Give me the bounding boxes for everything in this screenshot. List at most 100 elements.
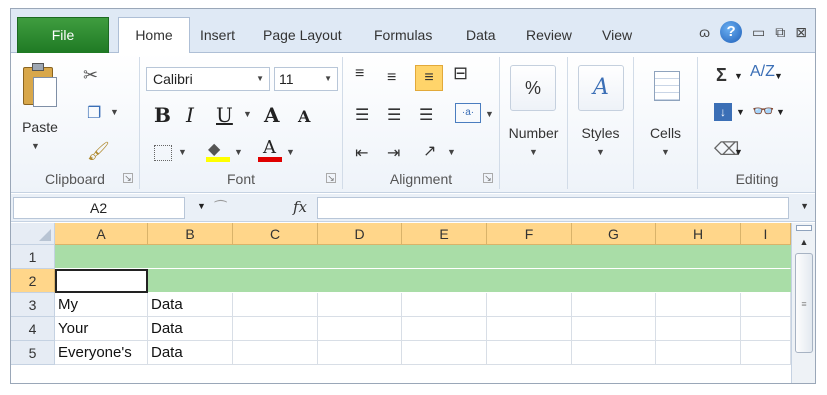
cut-icon[interactable]: ✂ (83, 65, 98, 86)
fill-dropdown-icon[interactable]: ▼ (736, 107, 745, 117)
cell-d4[interactable] (318, 317, 402, 341)
paste-dropdown-icon[interactable]: ▼ (31, 141, 40, 151)
cell-i5[interactable] (741, 341, 791, 365)
tab-data[interactable]: Data (466, 19, 496, 53)
align-bottom-icon[interactable]: ≡ (415, 65, 443, 91)
paste-button[interactable]: Paste (15, 119, 65, 135)
insert-function-icon[interactable]: fx (293, 198, 307, 216)
wrap-text-icon[interactable]: ⊟ (453, 63, 468, 84)
tab-file[interactable]: File (17, 17, 109, 53)
scroll-thumb[interactable]: ≡ (795, 253, 813, 353)
cell-a3[interactable]: My (55, 293, 148, 317)
cell-g4[interactable] (572, 317, 656, 341)
cell-d5[interactable] (318, 341, 402, 365)
copy-dropdown-icon[interactable]: ▼ (110, 107, 119, 117)
italic-button[interactable]: I (186, 103, 194, 127)
number-button[interactable]: Number (500, 125, 567, 141)
bold-button[interactable]: B (154, 103, 171, 127)
scroll-up-icon[interactable]: ▲ (794, 233, 814, 251)
cell-e4[interactable] (402, 317, 487, 341)
cell-e3[interactable] (402, 293, 487, 317)
percent-icon[interactable]: % (510, 65, 556, 111)
highlighted-row-1[interactable] (55, 245, 791, 269)
copy-icon[interactable]: ❐ (87, 103, 101, 123)
cell-g5[interactable] (572, 341, 656, 365)
grow-font-button[interactable]: A (264, 103, 280, 127)
cell-i4[interactable] (741, 317, 791, 341)
cell-h4[interactable] (656, 317, 741, 341)
font-color-button[interactable]: A (258, 137, 282, 162)
cell-d3[interactable] (318, 293, 402, 317)
cells-dropdown-icon[interactable]: ▼ (634, 147, 697, 157)
cell-c4[interactable] (233, 317, 318, 341)
cell-f5[interactable] (487, 341, 572, 365)
formula-bar-splitter[interactable]: ⁀ (215, 200, 226, 217)
cells-button[interactable]: Cells (634, 125, 697, 141)
cell-a5[interactable]: Everyone's (55, 341, 148, 365)
increase-indent-icon[interactable]: ⇥ (387, 143, 400, 163)
cell-i3[interactable] (741, 293, 791, 317)
styles-icon[interactable]: A (578, 65, 624, 111)
fill-down-icon[interactable]: ↓ (714, 103, 732, 121)
align-center-icon[interactable]: ☰ (387, 105, 401, 125)
cell-b4[interactable]: Data (148, 317, 233, 341)
format-painter-icon[interactable]: 🖌 (87, 141, 110, 162)
sort-filter-icon[interactable]: A/Z (750, 63, 775, 81)
underline-dropdown-icon[interactable]: ▼ (243, 109, 252, 119)
cell-h5[interactable] (656, 341, 741, 365)
styles-button[interactable]: Styles (568, 125, 633, 141)
restore-icon[interactable]: ⧉ (775, 22, 785, 42)
column-header-g[interactable]: G (572, 223, 656, 245)
column-header-e[interactable]: E (402, 223, 487, 245)
expand-formula-bar-icon[interactable]: ▼ (800, 201, 809, 211)
tab-insert[interactable]: Insert (200, 19, 235, 53)
clear-dropdown-icon[interactable]: ▼ (734, 147, 743, 157)
cell-c5[interactable] (233, 341, 318, 365)
row-header-1[interactable]: 1 (11, 245, 55, 269)
cell-b5[interactable]: Data (148, 341, 233, 365)
align-middle-icon[interactable]: ≡ (387, 69, 396, 87)
column-header-f[interactable]: F (487, 223, 572, 245)
cell-g3[interactable] (572, 293, 656, 317)
font-name-select[interactable]: Calibri ▼ (146, 67, 270, 91)
sort-filter-dropdown-icon[interactable]: ▼ (774, 71, 783, 81)
formula-input[interactable] (317, 197, 789, 219)
row-header-5[interactable]: 5 (11, 341, 55, 365)
cell-b3[interactable]: Data (148, 293, 233, 317)
borders-icon[interactable] (154, 145, 172, 161)
font-launcher-icon[interactable]: ↘ (326, 173, 336, 183)
cell-f3[interactable] (487, 293, 572, 317)
shrink-font-button[interactable]: A (298, 107, 310, 126)
column-header-d[interactable]: D (318, 223, 402, 245)
row-header-3[interactable]: 3 (11, 293, 55, 317)
align-top-icon[interactable]: ≡ (355, 65, 364, 83)
tab-home[interactable]: Home (118, 17, 190, 54)
fill-color-dropdown-icon[interactable]: ▼ (234, 147, 243, 157)
name-box-dropdown-icon[interactable]: ▼ (197, 201, 206, 211)
cell-e5[interactable] (402, 341, 487, 365)
orientation-icon[interactable]: ↗ (423, 141, 436, 161)
merge-center-icon[interactable]: ·a· (455, 103, 481, 123)
tab-page-layout[interactable]: Page Layout (263, 19, 342, 53)
minimize-ribbon-icon[interactable]: ɷ (699, 22, 710, 42)
row-header-2[interactable]: 2 (11, 269, 55, 293)
vertical-scrollbar[interactable]: ▲ ≡ (791, 223, 815, 383)
active-cell-a2[interactable] (55, 269, 148, 293)
merge-dropdown-icon[interactable]: ▼ (485, 109, 494, 119)
orientation-dropdown-icon[interactable]: ▼ (447, 147, 456, 157)
cell-h3[interactable] (656, 293, 741, 317)
column-header-h[interactable]: H (656, 223, 741, 245)
autosum-dropdown-icon[interactable]: ▼ (734, 71, 743, 81)
number-dropdown-icon[interactable]: ▼ (500, 147, 567, 157)
autosum-icon[interactable]: Σ (716, 65, 727, 86)
paste-icon[interactable] (19, 61, 61, 109)
column-header-i[interactable]: I (741, 223, 791, 245)
name-box[interactable]: A2 (13, 197, 185, 219)
highlighted-row-2[interactable] (55, 269, 791, 293)
close-icon[interactable]: ⊠ (795, 22, 807, 42)
underline-button[interactable]: U (216, 103, 233, 127)
font-size-select[interactable]: 11 ▼ (274, 67, 338, 91)
help-icon[interactable]: ? (720, 21, 743, 43)
cell-a4[interactable]: Your (55, 317, 148, 341)
tab-view[interactable]: View (602, 19, 632, 53)
